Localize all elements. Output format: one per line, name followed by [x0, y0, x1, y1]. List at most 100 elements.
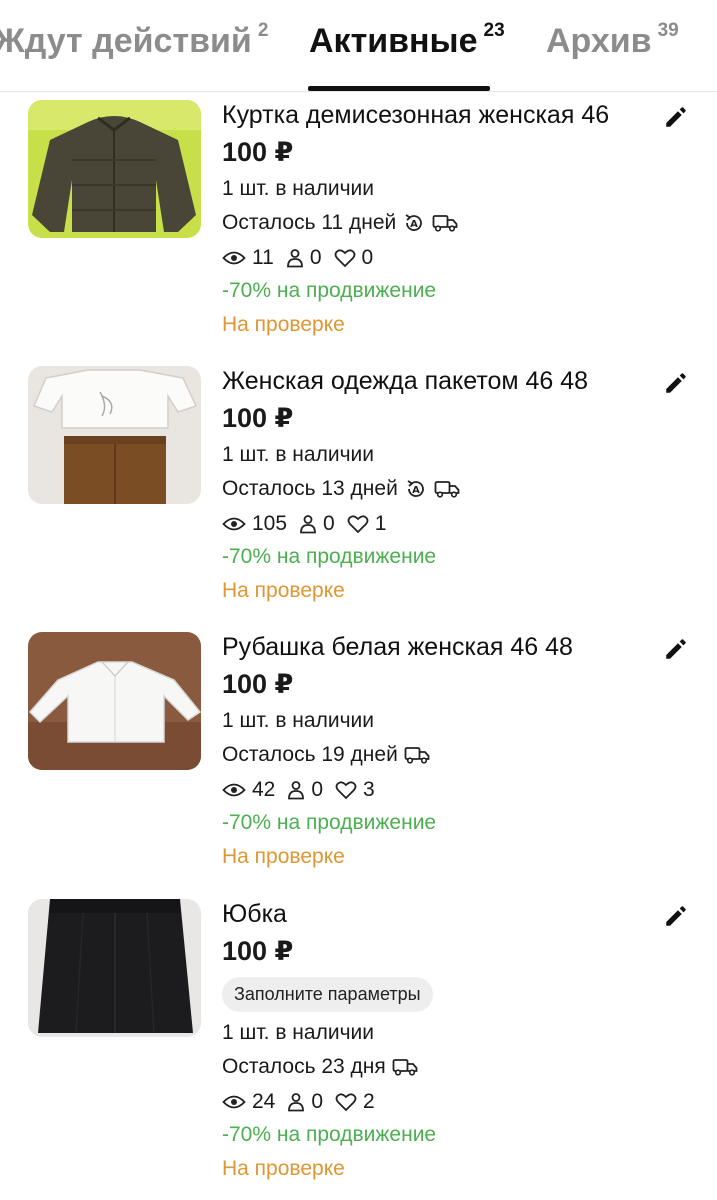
tab-label: Ждут действий	[0, 22, 252, 60]
listing-photo[interactable]	[28, 100, 201, 238]
listing-price: 100 ₽	[222, 403, 294, 433]
contacts-stat: 0	[287, 778, 323, 802]
remaining-line: Осталось 13 дней A	[222, 476, 662, 502]
eye-icon	[222, 517, 246, 531]
listing-info: Юбка 100 ₽ Заполните параметры 1 шт. в н…	[222, 899, 662, 1182]
contacts-stat: 0	[286, 246, 322, 270]
status-label: На проверке	[222, 579, 345, 602]
eye-icon	[222, 251, 246, 265]
active-tab-indicator	[308, 86, 490, 91]
listing-title[interactable]: Рубашка белая женская 46 48	[222, 632, 662, 662]
eye-icon	[222, 1095, 246, 1109]
listing-photo[interactable]	[28, 632, 201, 770]
views-stat: 11	[222, 246, 274, 270]
listing-title[interactable]: Женская одежда пакетом 46 48	[222, 366, 662, 396]
person-icon	[286, 249, 303, 268]
tab-awaiting-action[interactable]: Ждут действий 2	[0, 20, 269, 61]
delivery-truck-icon	[432, 215, 458, 232]
stock-line: 1 шт. в наличии	[222, 1020, 662, 1046]
stock-text: 1 шт. в наличии	[222, 1021, 374, 1044]
views-count: 105	[252, 512, 288, 535]
pencil-icon[interactable]	[663, 370, 689, 396]
tab-count-badge: 2	[257, 20, 269, 41]
remaining-text: Осталось 23 дня	[222, 1055, 386, 1078]
fill-parameters-chip[interactable]: Заполните параметры	[222, 977, 433, 1012]
contacts-count: 0	[323, 512, 335, 535]
views-stat: 105	[222, 512, 287, 536]
svg-text:A: A	[410, 219, 418, 230]
promo-discount-link[interactable]: -70% на продвижение	[222, 278, 662, 304]
favorites-stat: 1	[347, 512, 387, 536]
contacts-count: 0	[311, 778, 324, 801]
person-icon	[300, 515, 316, 534]
listing-stats: 24 0 2	[222, 1090, 662, 1114]
contacts-count: 0	[311, 1090, 324, 1113]
delivery-truck-icon	[392, 1059, 418, 1076]
views-count: 24	[252, 1090, 276, 1113]
tab-count-badge: 39	[657, 20, 679, 41]
listing-price: 100 ₽	[222, 936, 294, 966]
person-icon	[288, 1093, 305, 1112]
listing-info: Куртка демисезонная женская 46 100 ₽ 1 ш…	[222, 100, 662, 338]
stock-line: 1 шт. в наличии	[222, 442, 662, 468]
status-label: На проверке	[222, 845, 345, 868]
views-stat: 24	[222, 1090, 275, 1114]
heart-icon	[334, 249, 355, 268]
stock-text: 1 шт. в наличии	[222, 443, 374, 466]
favorites-count: 2	[363, 1090, 375, 1113]
auto-renew-icon: A	[405, 214, 423, 231]
listing-price: 100 ₽	[222, 137, 294, 167]
remaining-text: Осталось 19 дней	[222, 743, 398, 766]
views-count: 11	[252, 246, 274, 269]
favorites-count: 1	[374, 512, 387, 535]
views-count: 42	[252, 778, 276, 801]
contacts-count: 0	[309, 246, 322, 269]
status-label: На проверке	[222, 313, 345, 336]
tab-label: Активные	[309, 22, 478, 60]
stock-text: 1 шт. в наличии	[222, 709, 374, 732]
heart-icon	[335, 781, 357, 800]
stock-text: 1 шт. в наличии	[222, 177, 374, 200]
tab-active[interactable]: Активные 23	[309, 20, 505, 61]
heart-icon	[347, 515, 369, 534]
eye-icon	[222, 783, 246, 797]
promo-discount-link[interactable]: -70% на продвижение	[222, 544, 662, 570]
listing-title[interactable]: Куртка демисезонная женская 46	[222, 100, 662, 130]
favorites-stat: 0	[334, 246, 374, 270]
auto-renew-icon: A	[407, 480, 424, 497]
remaining-line: Осталось 19 дней	[222, 742, 662, 768]
contacts-stat: 0	[287, 1090, 323, 1114]
favorites-count: 3	[363, 778, 375, 801]
person-icon	[288, 781, 305, 800]
listing-photo[interactable]	[28, 366, 201, 504]
svg-text:A: A	[412, 485, 420, 496]
promo-discount-link[interactable]: -70% на продвижение	[222, 1122, 662, 1148]
listing-info: Рубашка белая женская 46 48 100 ₽ 1 шт. …	[222, 632, 662, 870]
contacts-stat: 0	[299, 512, 335, 536]
views-stat: 42	[222, 778, 275, 802]
heart-icon	[335, 1093, 357, 1112]
stock-line: 1 шт. в наличии	[222, 708, 662, 734]
listing-price: 100 ₽	[222, 669, 294, 699]
delivery-truck-icon	[434, 481, 460, 498]
favorites-stat: 2	[335, 1090, 375, 1114]
pencil-icon[interactable]	[663, 903, 689, 929]
pencil-icon[interactable]	[663, 104, 689, 130]
status-label: На проверке	[222, 1157, 345, 1180]
listing-stats: 42 0 3	[222, 778, 662, 802]
favorites-stat: 3	[335, 778, 375, 802]
listing-title[interactable]: Юбка	[222, 899, 662, 929]
tab-archive[interactable]: Архив 39	[546, 20, 679, 61]
remaining-line: Осталось 23 дня	[222, 1054, 662, 1080]
tab-count-badge: 23	[483, 20, 505, 41]
stock-line: 1 шт. в наличии	[222, 176, 662, 202]
remaining-text: Осталось 11 дней	[222, 211, 397, 234]
tab-label: Архив	[546, 22, 652, 60]
promo-discount-link[interactable]: -70% на продвижение	[222, 810, 662, 836]
listing-info: Женская одежда пакетом 46 48 100 ₽ 1 шт.…	[222, 366, 662, 604]
favorites-count: 0	[361, 246, 374, 269]
remaining-text: Осталось 13 дней	[222, 477, 398, 500]
listing-photo[interactable]	[28, 899, 201, 1037]
pencil-icon[interactable]	[663, 636, 689, 662]
tab-bar: Ждут действий 2 Активные 23 Архив 39	[0, 0, 717, 92]
